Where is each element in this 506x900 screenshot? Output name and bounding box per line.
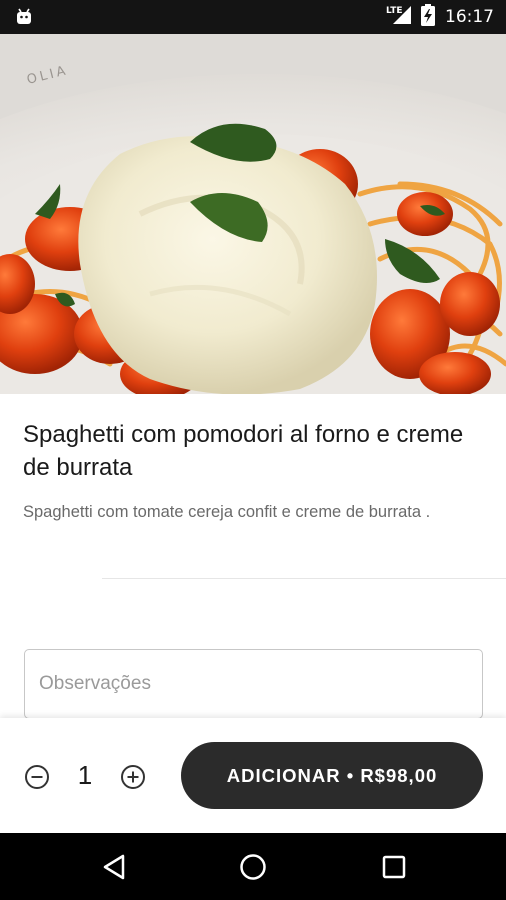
decrease-quantity-button[interactable]: [24, 764, 50, 790]
network-type-label: LTE: [386, 6, 403, 16]
plus-circle-icon: [121, 765, 145, 789]
minus-circle-icon: [25, 765, 49, 789]
nav-back-button[interactable]: [99, 852, 129, 882]
add-to-cart-label: ADICIONAR • R$98,00: [226, 764, 438, 786]
recents-square-icon: [382, 855, 406, 879]
home-circle-icon: [240, 854, 266, 880]
divider: [102, 578, 506, 579]
android-robot-icon: [14, 7, 34, 32]
system-nav-bar: [0, 833, 506, 900]
lte-signal-icon: LTE: [385, 4, 415, 31]
nav-recents-button[interactable]: [379, 852, 409, 882]
quantity-value: 1: [77, 760, 93, 790]
product-image: OLIA: [0, 34, 506, 394]
nav-home-button[interactable]: [238, 852, 268, 882]
increase-quantity-button[interactable]: [120, 764, 146, 790]
product-description: Spaghetti com tomate cereja confit e cre…: [23, 503, 431, 521]
add-to-cart-button[interactable]: ADICIONAR • R$98,00: [181, 742, 483, 809]
battery-charging-icon: [421, 3, 435, 31]
observations-input[interactable]: [24, 649, 483, 719]
product-title: Spaghetti com pomodori al forno e creme …: [23, 421, 464, 481]
spaghetti-burrata-photo: OLIA: [0, 34, 506, 394]
status-bar: LTE 16:17: [0, 0, 506, 34]
back-triangle-icon: [103, 854, 125, 880]
status-time: 16:17: [445, 7, 494, 27]
